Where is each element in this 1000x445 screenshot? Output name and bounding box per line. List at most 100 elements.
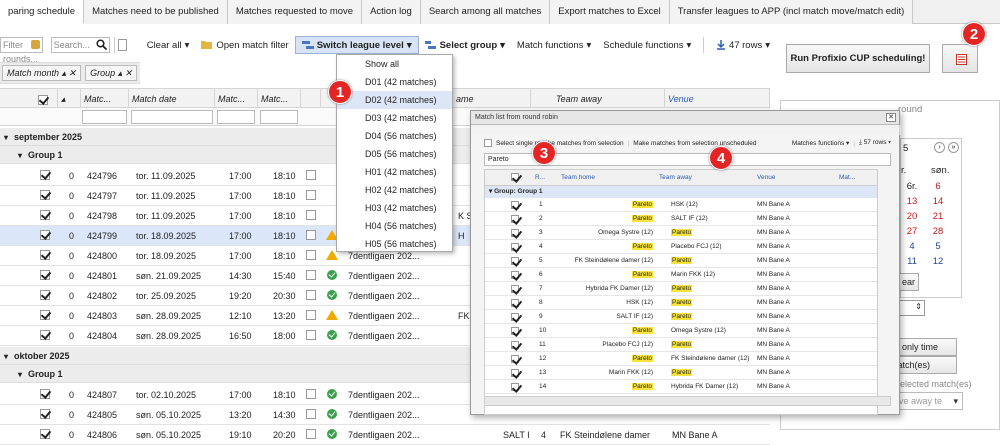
tab-6[interactable]: Transfer leagues to APP (incl match move… [669,0,914,24]
dropdown-item-h03[interactable]: H03 (42 matches) [337,199,452,217]
popup-match-row[interactable]: 2 Pareto SALT IF (12) MN Bane A [485,212,877,226]
row-checkbox[interactable] [40,210,50,220]
dropdown-item-d02[interactable]: D02 (42 matches) [337,91,452,109]
popup-horizontal-scrollbar[interactable] [484,396,891,406]
popup-match-row[interactable]: 11 Placebo FCJ (12) Pareto MN Bane A [485,338,877,352]
tab-4[interactable]: Search among all matches [420,0,551,24]
row-checkbox[interactable] [40,250,50,260]
popup-header-match[interactable]: Mat... [839,170,855,184]
row-publish-checkbox[interactable] [306,330,316,340]
calendar-list-button[interactable] [942,44,978,73]
row-publish-checkbox[interactable] [306,210,316,220]
month-group-oktober-chevron-icon[interactable]: ▾ [4,352,8,361]
dropdown-item-d04[interactable]: D04 (56 matches) [337,127,452,145]
popup-row-checkbox[interactable] [511,355,519,363]
tab-0[interactable]: paring schedule [0,0,85,24]
header-team-away[interactable]: Team away [553,89,665,109]
dropdown-item-h05[interactable]: H05 (56 matches) [337,235,452,253]
header-match-time[interactable]: Matc... [215,89,258,109]
row-checkbox[interactable] [40,389,50,399]
popup-row-checkbox[interactable] [511,285,519,293]
popup-row-checkbox[interactable] [511,257,519,265]
group-chip-group[interactable]: Group ▴ ✕ [85,65,138,81]
select-group-button[interactable]: Select group ▾ [419,40,511,51]
filter-clear-icon[interactable] [30,40,40,49]
make-from-selection-button[interactable]: ake matches from selection [544,140,623,147]
schedule-functions-button[interactable]: Schedule functions ▾ [597,40,697,51]
calendar-date[interactable]: 6r. [901,181,923,192]
popup-match-row[interactable]: 10 Pareto Omega Systre (12) MN Bane A [485,324,877,338]
tab-3[interactable]: Action log [362,0,421,24]
dropdown-item-h02[interactable]: H02 (42 matches) [337,181,452,199]
row-checkbox[interactable] [40,270,50,280]
calendar-clear-button[interactable]: ear [897,273,919,291]
row-publish-checkbox[interactable] [306,170,316,180]
tab-1[interactable]: Matches need to be published [84,0,228,24]
popup-match-row[interactable]: 4 Pareto Placebo FCJ (12) MN Bane A [485,240,877,254]
popup-match-row[interactable]: 5 FK Steindølene damer (12) Pareto MN Bane … [485,254,877,268]
calendar-next-icon[interactable]: › [934,142,945,153]
dropdown-item-h01[interactable]: H01 (42 matches) [337,163,452,181]
popup-match-row[interactable]: 14 Pareto Hybrida FK Damer (12) MN Bane A [485,380,877,394]
dropdown-item-show-all[interactable]: Show all [337,55,452,73]
popup-select-all[interactable] [511,173,519,181]
select-all-checkbox[interactable] [118,39,127,51]
popup-header-home[interactable]: Team home [561,170,595,184]
row-publish-checkbox[interactable] [306,270,316,280]
row-publish-checkbox[interactable] [306,250,316,260]
matches-functions-button[interactable]: Matches functions ▾ [792,139,849,147]
popup-row-checkbox[interactable] [511,229,519,237]
row-checkbox[interactable] [40,290,50,300]
dropdown-item-d01[interactable]: D01 (42 matches) [337,73,452,91]
popup-match-row[interactable]: 8 HSK (12) Pareto MN Bane A [485,296,877,310]
calendar-date[interactable]: 27 [901,226,923,237]
popup-match-row[interactable]: 12 Pareto FK Steindølene damer (12) MN Bane… [485,352,877,366]
calendar-date[interactable]: 21 [927,211,949,222]
header-match-end[interactable]: Matc... [258,89,301,109]
search-icon[interactable] [96,39,107,50]
search-input[interactable]: Search... [50,37,110,53]
make-unscheduled-button[interactable]: Make matches from selection unscheduled [633,140,756,147]
popup-row-checkbox[interactable] [511,299,519,307]
row-checkbox[interactable] [40,330,50,340]
row-checkbox[interactable] [40,230,50,240]
header-team-home[interactable]: ame [453,89,531,109]
close-icon[interactable]: ✕ [886,113,896,122]
move-away-team-select[interactable]: ve away te ▾ [895,392,963,410]
calendar-last-icon[interactable]: » [948,142,959,153]
filter-end[interactable] [260,110,298,124]
calendar-date[interactable]: 20 [901,211,923,222]
tab-5[interactable]: Export matches to Excel [550,0,670,24]
row-count-button[interactable]: 47 rows ▾ [710,40,776,51]
popup-match-row[interactable]: 7 Hybrida FK Damer (12) Pareto MN Bane A [485,282,877,296]
filter-match-id[interactable] [82,110,127,124]
row-publish-checkbox[interactable] [306,409,316,419]
popup-row-checkbox[interactable] [511,215,519,223]
popup-row-checkbox[interactable] [511,341,519,349]
row-checkbox[interactable] [40,310,50,320]
header-col-a[interactable] [301,89,321,109]
popup-match-row[interactable]: 9 SALT IF (12) Pareto MN Bane A [485,310,877,324]
calendar-date[interactable]: 11 [901,256,923,267]
select-single-checkbox[interactable] [484,139,492,147]
popup-row-count[interactable]: ⤓ 57 rows ▾ [859,139,891,147]
tab-2[interactable]: Matches requested to move [227,0,363,24]
header-match-date[interactable]: Match date [129,89,215,109]
row-publish-checkbox[interactable] [306,310,316,320]
month-group-september-chevron-icon[interactable]: ▾ [4,133,8,142]
popup-header-away[interactable]: Team away [659,170,692,184]
header-sort-col[interactable]: ▴ [58,89,81,109]
row-checkbox[interactable] [40,190,50,200]
popup-match-row[interactable]: 6 Pareto Marin FKK (12) MN Bane A [485,268,877,282]
popup-match-row[interactable]: 13 Marin FKK (12) Pareto MN Bane A [485,366,877,380]
filter-rounds-input[interactable]: Filter rounds... [0,37,43,64]
popup-header-round[interactable]: R... [535,170,545,184]
row-publish-checkbox[interactable] [306,230,316,240]
calendar-date[interactable]: 12 [927,256,949,267]
popup-match-row[interactable]: 3 Omega Systre (12) Pareto MN Bane A [485,226,877,240]
dropdown-item-h04[interactable]: H04 (56 matches) [337,217,452,235]
popup-row-checkbox[interactable] [511,271,519,279]
match-functions-button[interactable]: Match functions ▾ [511,40,597,51]
header-select-col[interactable] [28,89,58,109]
popup-row-checkbox[interactable] [511,313,519,321]
